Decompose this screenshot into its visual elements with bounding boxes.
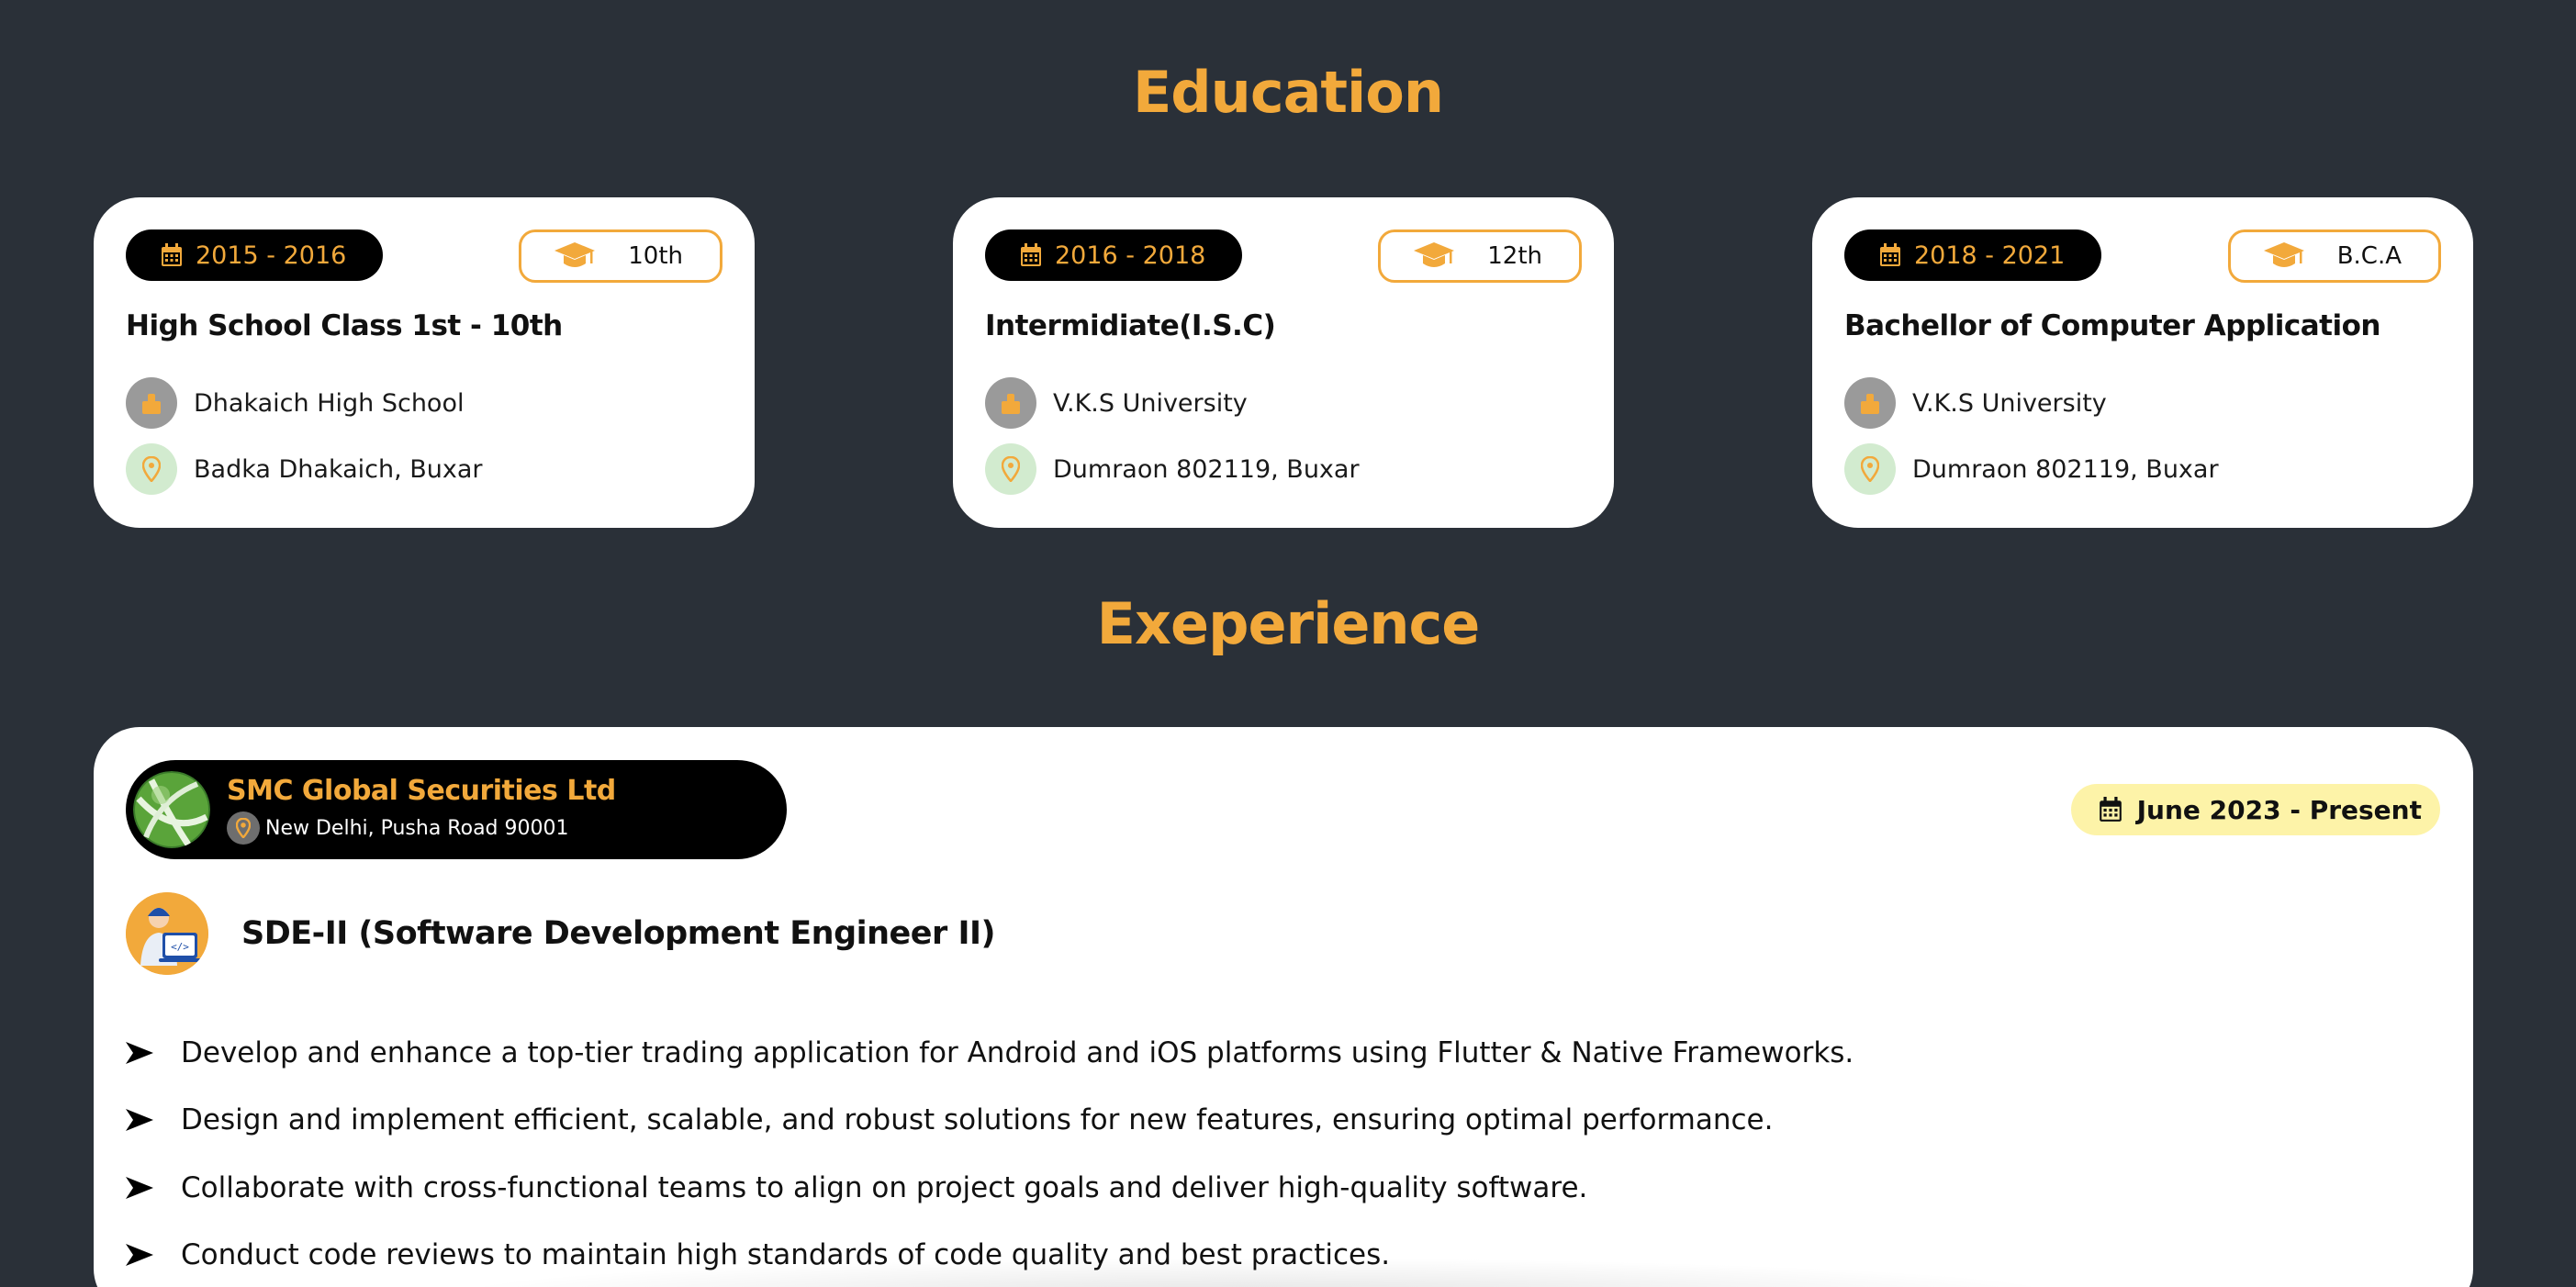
education-card: 2016 - 2018 12th Intermidiate(I.S.C) V.K… — [953, 197, 1614, 528]
list-item: Collaborate with cross-functional teams … — [126, 1154, 1854, 1222]
date-text: 2015 - 2016 — [196, 241, 347, 270]
school-name: V.K.S University — [1912, 388, 2107, 418]
location-row: Badka Dhakaich, Buxar — [126, 443, 483, 495]
experience-title: Exeperience — [1096, 590, 1481, 657]
school-name: Dhakaich High School — [194, 388, 465, 418]
developer-avatar-icon: </> — [126, 892, 208, 975]
experience-card: SMC Global Securities Ltd New Delhi, Pus… — [94, 727, 2473, 1287]
list-item: Develop and enhance a top-tier trading a… — [126, 1019, 1854, 1087]
list-item-text: Collaborate with cross-functional teams … — [181, 1170, 1588, 1204]
responsibility-list: Develop and enhance a top-tier trading a… — [126, 1019, 1854, 1287]
date-badge: 2018 - 2021 — [1844, 229, 2102, 281]
grade-text: 12th — [1487, 242, 1542, 270]
period-badge: June 2023 - Present — [2070, 784, 2440, 835]
arrow-bullet-icon — [126, 1244, 153, 1267]
location-pin-icon — [227, 811, 260, 845]
company-badge: SMC Global Securities Ltd New Delhi, Pus… — [126, 760, 787, 859]
company-location: New Delhi, Pusha Road 90001 — [227, 811, 569, 845]
arrow-bullet-icon — [126, 1041, 153, 1064]
svg-text:</>: </> — [171, 941, 189, 953]
graduation-cap-icon — [554, 242, 596, 267]
grade-badge: B.C.A — [2227, 229, 2441, 283]
education-card: 2018 - 2021 B.C.A Bachellor of Computer … — [1812, 197, 2473, 528]
calendar-icon — [1880, 243, 1900, 266]
school-name: V.K.S University — [1053, 388, 1248, 418]
school-icon — [126, 377, 177, 429]
education-title: Education — [1132, 59, 1444, 126]
school-row: V.K.S University — [985, 377, 1248, 429]
education-heading: High School Class 1st - 10th — [126, 309, 563, 342]
date-badge: 2016 - 2018 — [985, 229, 1243, 281]
school-row: Dhakaich High School — [126, 377, 464, 429]
date-text: 2016 - 2018 — [1055, 241, 1206, 270]
grade-text: B.C.A — [2336, 242, 2402, 270]
school-icon — [985, 377, 1036, 429]
grade-badge: 10th — [519, 229, 722, 283]
role-title: SDE-II (Software Development Engineer II… — [241, 915, 996, 952]
graduation-cap-icon — [1414, 242, 1455, 267]
location-text: Badka Dhakaich, Buxar — [194, 454, 483, 484]
grade-text: 10th — [628, 242, 683, 270]
location-pin-icon — [985, 443, 1036, 495]
school-row: V.K.S University — [1844, 377, 2107, 429]
location-text: Dumraon 802119, Buxar — [1912, 454, 2219, 484]
calendar-icon — [2099, 797, 2122, 822]
education-heading: Intermidiate(I.S.C) — [985, 309, 1276, 342]
location-row: Dumraon 802119, Buxar — [985, 443, 1360, 495]
portfolio-page: Education 2015 - 2016 10th High School C… — [0, 0, 2576, 1287]
location-pin-icon — [1844, 443, 1896, 495]
school-icon — [1844, 377, 1896, 429]
company-name: SMC Global Securities Ltd — [227, 775, 616, 807]
grade-badge: 12th — [1378, 229, 1582, 283]
location-row: Dumraon 802119, Buxar — [1844, 443, 2219, 495]
period-text: June 2023 - Present — [2136, 794, 2422, 825]
date-badge: 2015 - 2016 — [126, 229, 384, 281]
globe-logo-icon — [133, 771, 210, 848]
calendar-icon — [1021, 243, 1041, 266]
arrow-bullet-icon — [126, 1176, 153, 1199]
graduation-cap-icon — [2263, 242, 2304, 267]
arrow-bullet-icon — [126, 1109, 153, 1132]
role-row: </> SDE-II (Software Development Enginee… — [126, 892, 996, 975]
education-heading: Bachellor of Computer Application — [1844, 309, 2381, 342]
list-item-text: Develop and enhance a top-tier trading a… — [181, 1035, 1854, 1069]
list-item: Design and implement efficient, scalable… — [126, 1087, 1854, 1155]
company-location-text: New Delhi, Pusha Road 90001 — [265, 816, 569, 840]
education-card: 2015 - 2016 10th High School Class 1st -… — [94, 197, 755, 528]
location-text: Dumraon 802119, Buxar — [1053, 454, 1360, 484]
date-text: 2018 - 2021 — [1914, 241, 2066, 270]
location-pin-icon — [126, 443, 177, 495]
calendar-icon — [162, 243, 182, 266]
list-item-text: Design and implement efficient, scalable… — [181, 1103, 1774, 1137]
